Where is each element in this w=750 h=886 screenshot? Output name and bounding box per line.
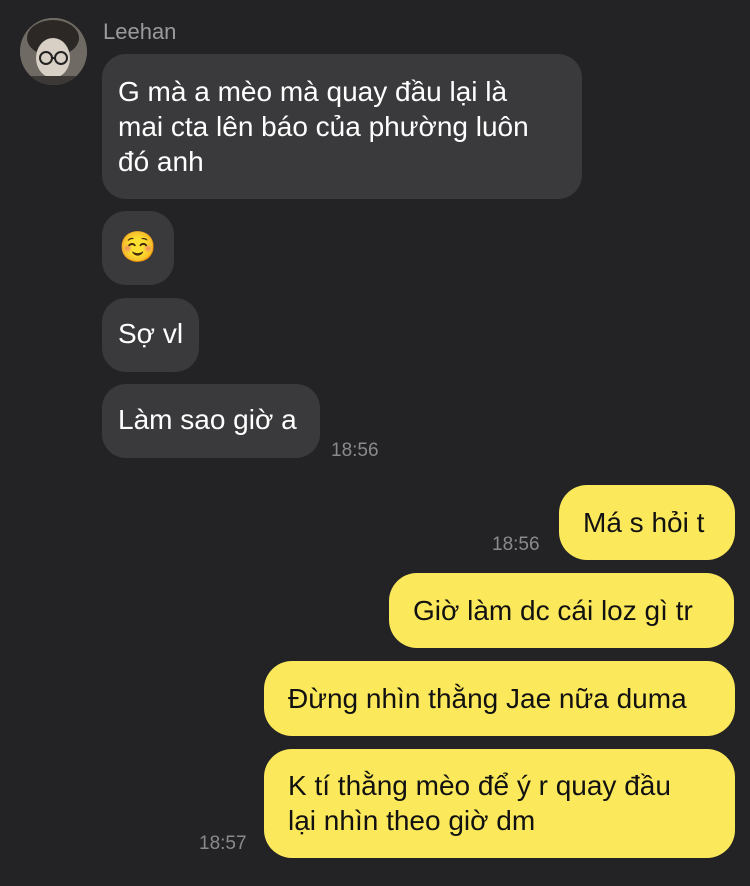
- message-line: lại nhìn theo giờ dm: [288, 805, 536, 836]
- message-timestamp: 18:56: [492, 534, 540, 555]
- outgoing-message[interactable]: Đừng nhìn thằng Jae nữa duma: [264, 661, 735, 736]
- message-text: Làm sao giờ a: [118, 404, 297, 435]
- message-text: Đừng nhìn thằng Jae nữa duma: [288, 683, 687, 714]
- sender-avatar[interactable]: [20, 18, 87, 85]
- smiling-face-emoji: ☺️: [119, 231, 157, 264]
- incoming-message[interactable]: Làm sao giờ a: [102, 384, 320, 458]
- outgoing-message[interactable]: Giờ làm dc cái loz gì tr: [389, 573, 734, 648]
- incoming-message[interactable]: G mà a mèo mà quay đầu lại là mai cta lê…: [102, 54, 582, 199]
- message-text: Sợ vl: [118, 318, 184, 349]
- sender-name: Leehan: [103, 19, 177, 44]
- message-timestamp: 18:57: [199, 833, 247, 854]
- outgoing-message[interactable]: Má s hỏi t: [559, 485, 735, 560]
- message-line: G mà a mèo mà quay đầu lại là: [118, 76, 508, 107]
- message-line: K tí thằng mèo để ý r quay đầu: [288, 770, 671, 801]
- message-text: Giờ làm dc cái loz gì tr: [413, 595, 693, 626]
- incoming-message[interactable]: ☺️: [102, 211, 174, 285]
- outgoing-message[interactable]: K tí thằng mèo để ý r quay đầu lại nhìn …: [264, 749, 735, 858]
- message-line: mai cta lên báo của phường luôn: [118, 111, 529, 142]
- message-line: đó anh: [118, 146, 204, 177]
- message-text: Má s hỏi t: [583, 507, 705, 538]
- message-timestamp: 18:56: [331, 440, 379, 461]
- incoming-message[interactable]: Sợ vl: [102, 298, 199, 372]
- avatar-photo-icon: [20, 18, 87, 85]
